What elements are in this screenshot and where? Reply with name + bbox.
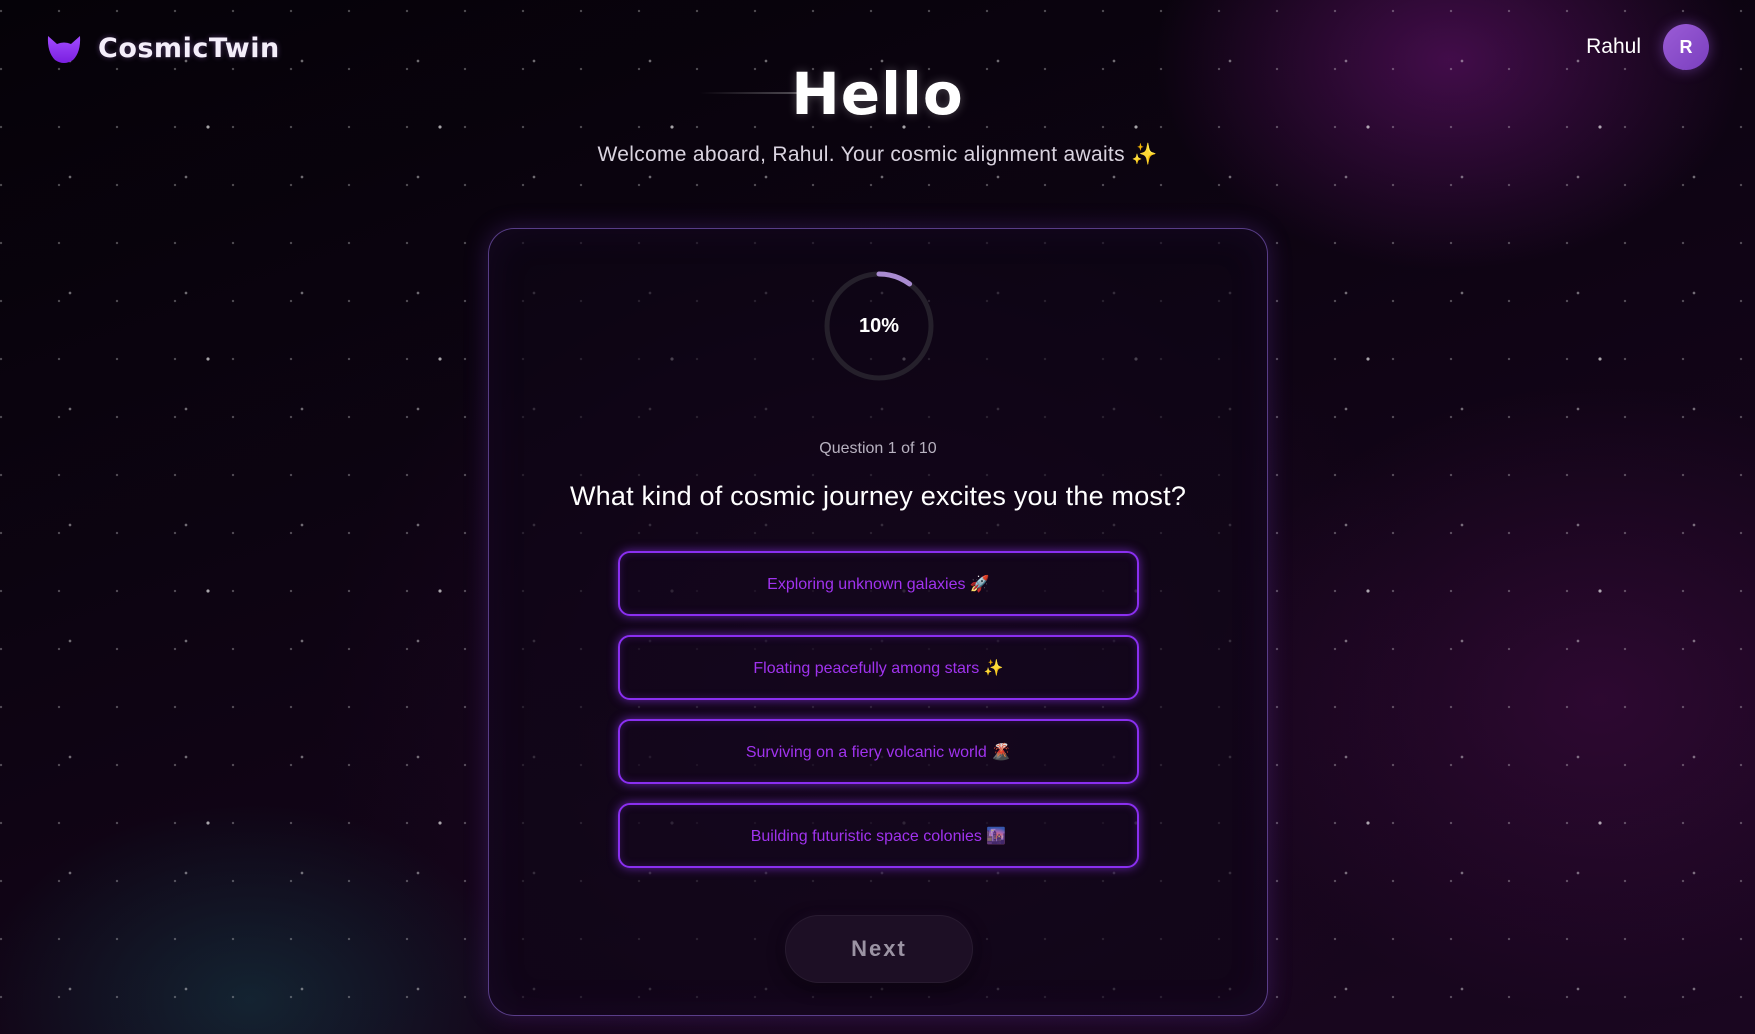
progress-percent: 10% — [858, 314, 900, 337]
next-button[interactable]: Next — [785, 915, 973, 983]
answer-option-4[interactable]: Building futuristic space colonies 🌆 — [618, 803, 1139, 868]
quiz-card: 10% Question 1 of 10 What kind of cosmic… — [488, 228, 1268, 1016]
welcome-subtitle: Welcome aboard, Rahul. Your cosmic align… — [597, 143, 1158, 166]
question-counter: Question 1 of 10 — [819, 440, 937, 457]
answer-option-1[interactable]: Exploring unknown galaxies 🚀 — [618, 551, 1139, 616]
answer-option-2[interactable]: Floating peacefully among stars ✨ — [618, 635, 1139, 700]
brand-name: CosmicTwin — [98, 32, 280, 64]
answer-option-3[interactable]: Surviving on a fiery volcanic world 🌋 — [618, 719, 1139, 784]
answer-options: Exploring unknown galaxies 🚀 Floating pe… — [618, 551, 1139, 868]
page-title: Hello — [791, 60, 964, 128]
question-text: What kind of cosmic journey excites you … — [569, 481, 1187, 511]
progress-ring: 10% — [822, 269, 936, 383]
user-name: Rahul — [1586, 35, 1641, 58]
